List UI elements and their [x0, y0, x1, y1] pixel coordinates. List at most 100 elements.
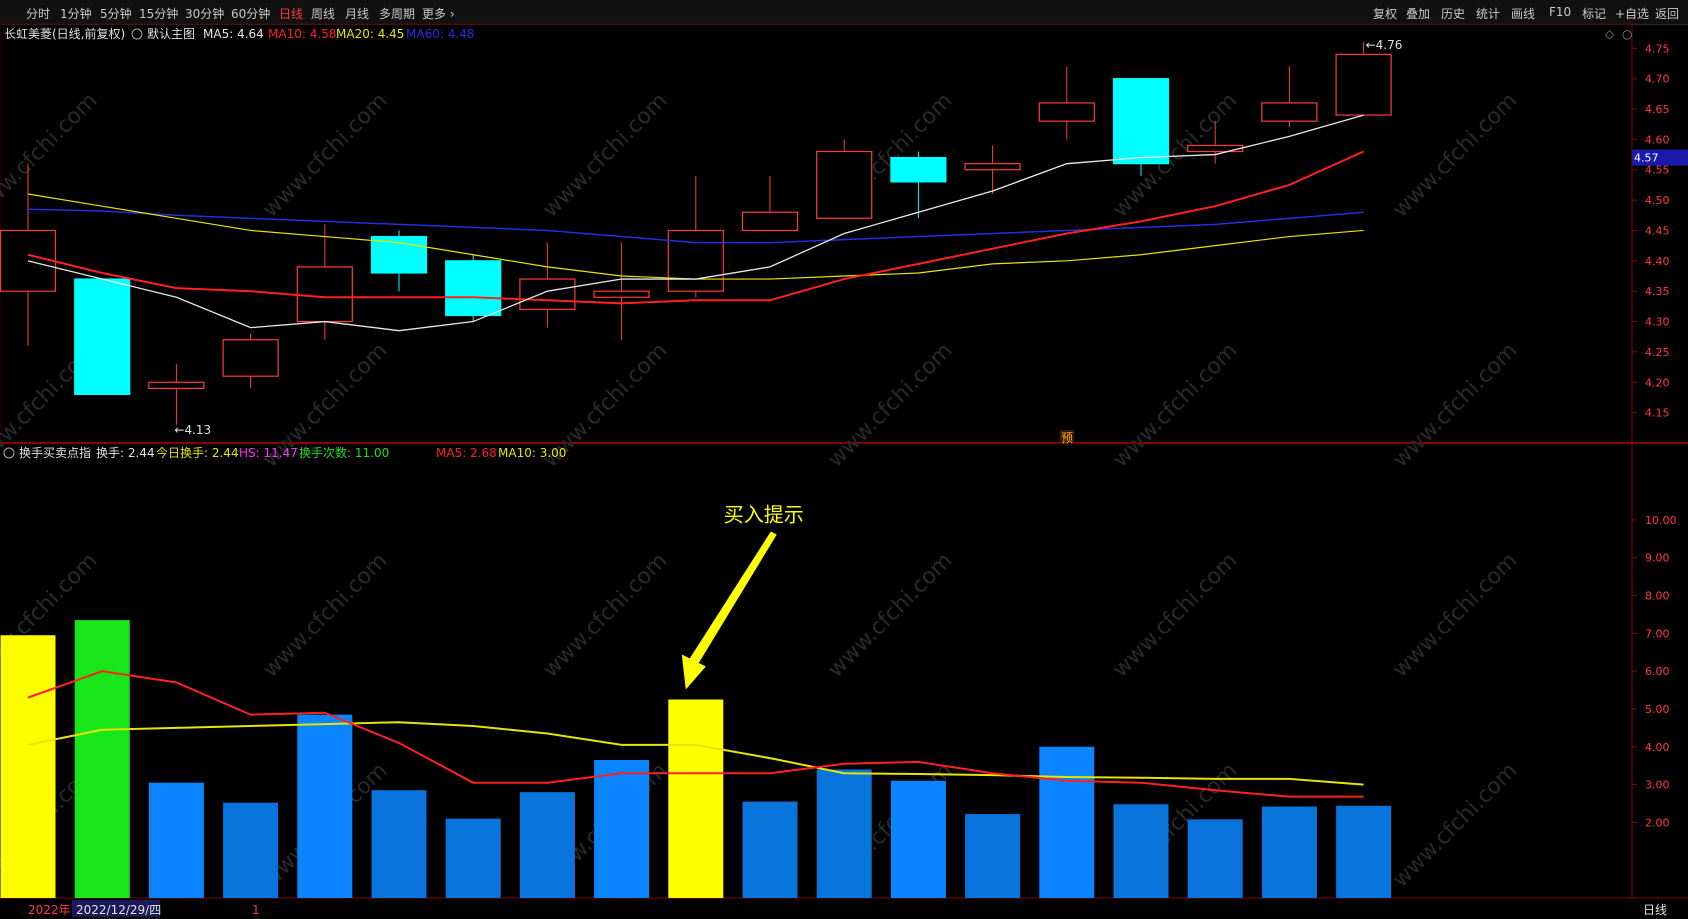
candle-body-3	[222, 339, 279, 377]
candle-body-18	[1335, 53, 1392, 116]
turnover-bar-9	[668, 699, 724, 898]
turnover-bar-1	[74, 620, 130, 898]
vol-tick-label-6: 4.00	[1645, 741, 1670, 754]
turnover-bar-2	[148, 782, 204, 898]
turnover-bar-16	[1187, 819, 1243, 898]
price-tick-label-1: 4.70	[1645, 73, 1670, 86]
watermark-15: www.cfchi.com	[823, 548, 957, 682]
turnover-bar-13	[965, 814, 1021, 898]
candle-body-11	[816, 150, 873, 219]
turnover-bar-11	[816, 769, 872, 898]
turnover-bar-14	[1039, 746, 1095, 898]
turnover-bar-15	[1113, 804, 1169, 898]
price-tick-label-2: 4.65	[1645, 103, 1670, 116]
candle-body-2	[148, 381, 205, 389]
watermark-13: www.cfchi.com	[258, 548, 392, 682]
candle-body-6	[445, 260, 502, 317]
vol-tick-label-2: 8.00	[1645, 590, 1670, 603]
stock-chart[interactable]: www.cfchi.com www.cfchi.com www.cfchi.com w…	[0, 0, 1688, 919]
indicator-menu-icon	[3, 447, 15, 459]
candle-body-13	[964, 163, 1021, 171]
price-tick-label-10: 4.25	[1645, 346, 1670, 359]
watermark-16: www.cfchi.com	[1108, 548, 1242, 682]
price-tick-label-8: 4.35	[1645, 285, 1670, 298]
watermark-9: www.cfchi.com	[823, 338, 957, 472]
price-tick-label-6: 4.45	[1645, 224, 1670, 237]
ma-label-0: MA5: 4.64	[203, 27, 264, 41]
footer-year: 2022年	[28, 903, 71, 917]
turnover-bar-5	[371, 790, 427, 898]
price-tick-label-4: 4.55	[1645, 164, 1670, 177]
vol-tick-label-0: 10.00	[1645, 514, 1677, 527]
vol-tick-label-5: 5.00	[1645, 703, 1670, 716]
price-tick-label-5: 4.50	[1645, 194, 1670, 207]
watermark-0: www.cfchi.com	[0, 88, 103, 222]
turnover-bar-0	[0, 635, 56, 898]
candle-body-7	[519, 278, 576, 311]
turnover-bar-4	[297, 714, 353, 898]
price-tick-label-12: 4.15	[1645, 407, 1670, 420]
price-tick-label-11: 4.20	[1645, 376, 1670, 389]
buy-hint-label: 买入提示	[724, 503, 804, 527]
main-chart-menu-icon	[131, 28, 143, 40]
low-price-label: ←4.13	[174, 423, 211, 437]
candle-body-12	[890, 156, 947, 183]
price-tick-label-0: 4.75	[1645, 42, 1670, 55]
footer-period: 日线	[1643, 903, 1667, 917]
indicator-label-2: HS: 11.47	[239, 446, 298, 460]
turnover-bar-17	[1261, 806, 1317, 898]
indicator-title: 换手买卖点指	[19, 445, 91, 460]
watermark-11: www.cfchi.com	[1388, 338, 1522, 472]
watermark-2: www.cfchi.com	[538, 88, 672, 222]
price-tick-label-7: 4.40	[1645, 255, 1670, 268]
ma-label-2: MA20: 4.45	[336, 27, 404, 41]
turnover-bar-10	[742, 801, 798, 898]
price-tick-label-9: 4.30	[1645, 316, 1670, 329]
candle-body-5	[370, 235, 428, 274]
candle-body-16	[1187, 144, 1244, 153]
vol-tick-label-1: 9.00	[1645, 552, 1670, 565]
indicator-label-4: MA5: 2.68	[436, 446, 497, 460]
buy-hint-arrow-shaft	[687, 531, 777, 670]
watermark-23: www.cfchi.com	[1388, 758, 1522, 892]
main-chart-title: 长虹美菱(日线,前复权)	[4, 26, 125, 41]
watermark-10: www.cfchi.com	[1108, 338, 1242, 472]
candle-body-17	[1261, 102, 1318, 122]
turnover-bar-6	[445, 818, 501, 898]
turnover-bar-8	[594, 760, 650, 898]
high-price-label: ←4.76	[1366, 38, 1403, 52]
vol-tick-label-8: 2.00	[1645, 816, 1670, 829]
turnover-bar-12	[890, 780, 946, 898]
vol-tick-label-3: 7.00	[1645, 627, 1670, 640]
candle-body-4	[296, 266, 353, 323]
candle-body-14	[1038, 102, 1095, 122]
indicator-label-3: 换手次数: 11.00	[299, 445, 389, 460]
price-tick-label-3: 4.60	[1645, 133, 1670, 146]
watermark-5: www.cfchi.com	[1388, 88, 1522, 222]
turnover-bar-7	[519, 792, 575, 898]
main-chart-subtitle: 默认主图	[147, 26, 195, 41]
vol-tick-label-7: 3.00	[1645, 779, 1670, 792]
watermark-14: www.cfchi.com	[538, 548, 672, 682]
current-price-label: 4.57	[1634, 152, 1659, 165]
vol-tick-label-4: 6.00	[1645, 665, 1670, 678]
diamond-icon: ◇	[1605, 27, 1615, 41]
turnover-bar-3	[223, 802, 279, 898]
watermark-1: www.cfchi.com	[258, 88, 392, 222]
candle-body-8	[593, 290, 650, 298]
ma-label-1: MA10: 4.58	[268, 27, 336, 41]
indicator-label-5: MA10: 3.00	[498, 446, 566, 460]
candle-body-10	[741, 211, 799, 232]
close-icon: ○	[1622, 27, 1632, 41]
footer-mark: 1	[252, 903, 260, 917]
indicator-label-1: 今日换手: 2.44	[156, 445, 239, 460]
ma-label-3: MA60: 4.48	[406, 27, 474, 41]
watermark-17: www.cfchi.com	[1388, 548, 1522, 682]
candle-body-9	[667, 229, 724, 292]
candle-body-15	[1112, 78, 1170, 165]
footer-date: 2022/12/29/四	[76, 903, 161, 917]
candle-body-1	[74, 278, 131, 396]
indicator-label-0: 换手: 2.44	[96, 446, 155, 460]
turnover-bar-18	[1336, 805, 1392, 898]
yu-marker: 预	[1061, 431, 1073, 445]
